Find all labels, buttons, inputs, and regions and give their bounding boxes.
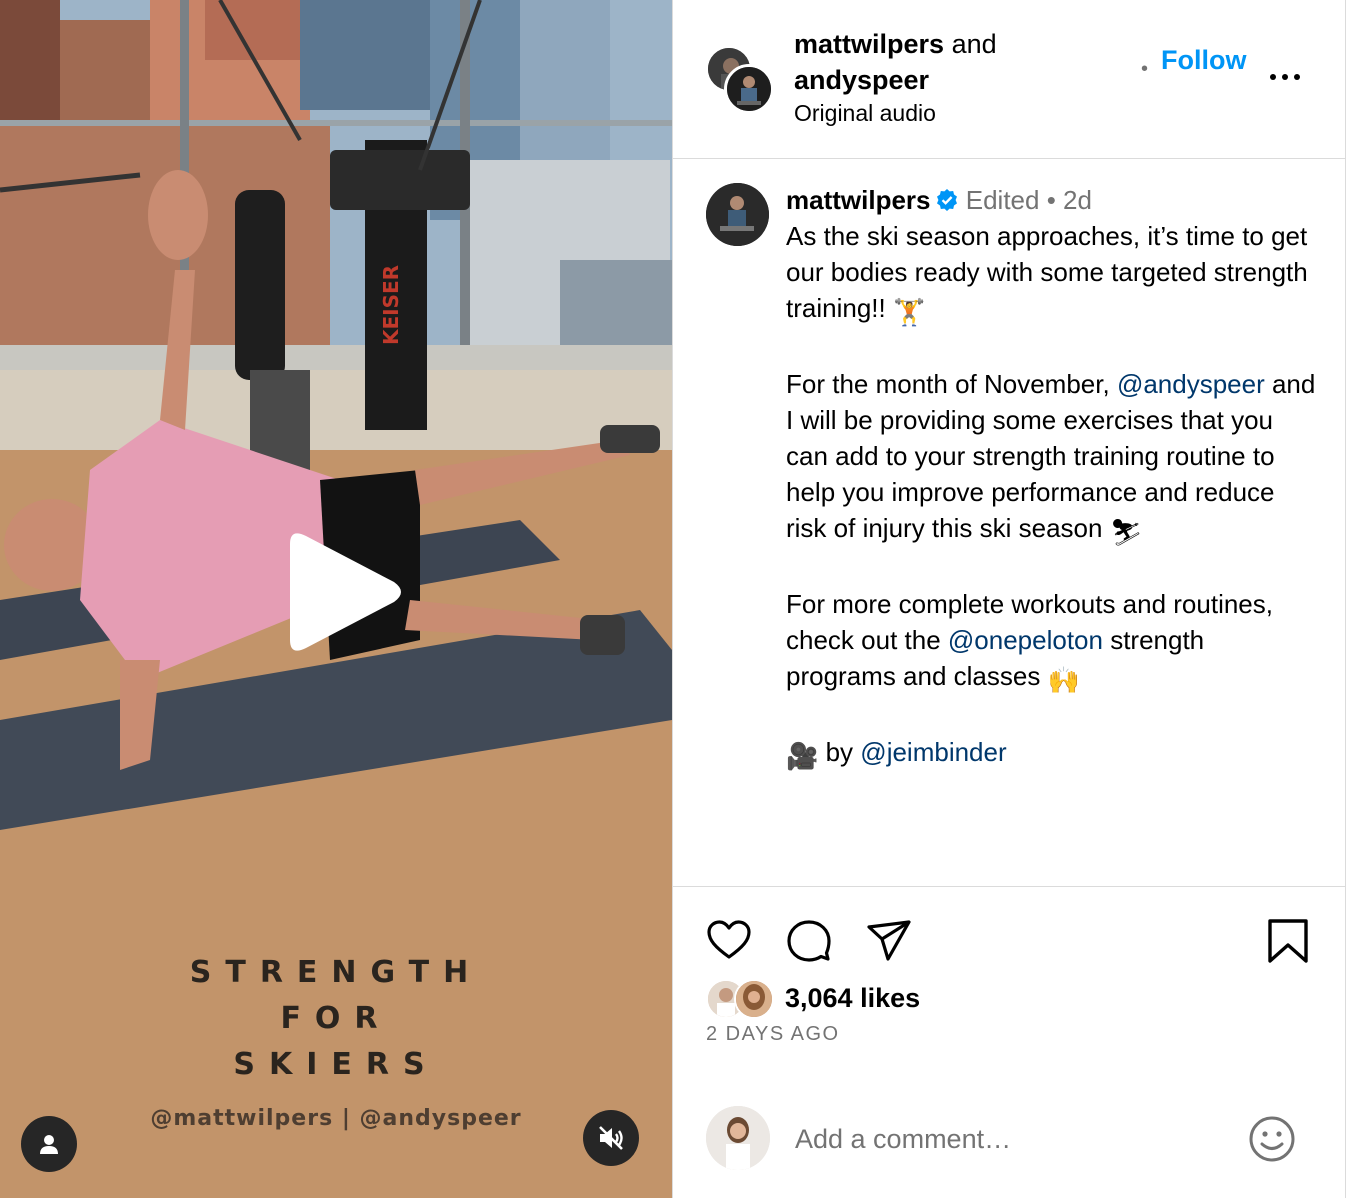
avatar: [724, 64, 774, 114]
emoji-skier: ⛷: [1109, 517, 1143, 547]
caption-section: mattwilpers Edited • 2d As the ski seaso…: [673, 160, 1345, 885]
bookmark-icon[interactable]: [1264, 917, 1312, 965]
keiser-label: KEISER: [379, 265, 403, 345]
caption-paragraph: As the ski season approaches, it’s time …: [786, 218, 1321, 330]
post-authors: mattwilpers and andyspeer: [794, 26, 997, 98]
caption-username[interactable]: mattwilpers: [786, 185, 931, 215]
overlay-title: STRENGTH FOR SKIERS: [189, 955, 483, 1082]
edited-label: Edited: [965, 185, 1040, 215]
post-age[interactable]: 2d: [1063, 185, 1092, 215]
caption-paragraph: For the month of November, @andyspeer an…: [786, 366, 1321, 550]
likes-count[interactable]: 3,064 likes: [785, 983, 920, 1014]
coauthor-username[interactable]: andyspeer: [794, 65, 929, 95]
author-username[interactable]: mattwilpers: [794, 29, 944, 59]
video-player[interactable]: KEISER STRENGTH FOR SKIERS @mattwilpers …: [0, 0, 672, 1198]
comment-icon[interactable]: [785, 917, 833, 965]
emoji-camera: 🎥: [786, 741, 819, 771]
verified-badge-icon: [936, 189, 957, 211]
user-tag-icon: [40, 1135, 58, 1154]
caption-paragraph: 🎥 by @jeimbinder: [786, 734, 1321, 774]
post-actions: 3,064 likes 2 DAYS AGO: [673, 886, 1345, 1198]
avatar: [734, 979, 774, 1019]
mute-toggle-button[interactable]: [583, 1110, 639, 1166]
collab-avatars[interactable]: [706, 46, 774, 114]
mention-jeimbinder[interactable]: @jeimbinder: [860, 737, 1006, 767]
liker-avatars[interactable]: [706, 979, 786, 1021]
caption-text: mattwilpers Edited • 2d As the ski seaso…: [786, 182, 1321, 810]
separator-dot: •: [1046, 185, 1056, 215]
caption-text-1: As the ski season approaches, it’s time …: [786, 221, 1308, 323]
avatar: [706, 1106, 770, 1170]
comment-composer: [673, 1087, 1345, 1198]
emoji-raised-hands: 🙌: [1047, 665, 1080, 695]
comment-input[interactable]: [795, 1117, 1235, 1161]
mention-andyspeer[interactable]: @andyspeer: [1117, 369, 1265, 399]
separator-dot: •: [1141, 58, 1149, 80]
user-tag-button[interactable]: [21, 1116, 77, 1172]
post-header: mattwilpers and andyspeer Original audio…: [673, 0, 1345, 159]
more-icon[interactable]: [1270, 62, 1306, 92]
caption-header: mattwilpers Edited • 2d: [786, 182, 1321, 218]
avatar[interactable]: [706, 183, 769, 246]
heart-icon[interactable]: [705, 917, 753, 965]
mention-onepeloton[interactable]: @onepeloton: [948, 625, 1103, 655]
emoji-weightlifter: 🏋: [892, 297, 926, 327]
play-icon[interactable]: [276, 526, 408, 658]
audio-link[interactable]: Original audio: [794, 100, 936, 127]
share-icon[interactable]: [865, 917, 913, 965]
muted-speaker-icon: [599, 1126, 623, 1150]
caption-paragraph: For more complete workouts and routines,…: [786, 586, 1321, 698]
caption-text-4: by: [818, 737, 861, 767]
post-details-panel: mattwilpers and andyspeer Original audio…: [672, 0, 1346, 1198]
post-timestamp: 2 DAYS AGO: [706, 1023, 840, 1045]
overlay-credit: @mattwilpers | @andyspeer: [150, 1106, 522, 1131]
author-joiner: and: [951, 29, 997, 59]
emoji-smiley-icon[interactable]: [1247, 1114, 1297, 1164]
follow-button[interactable]: Follow: [1161, 45, 1246, 76]
caption-text-2a: For the month of November,: [786, 369, 1117, 399]
